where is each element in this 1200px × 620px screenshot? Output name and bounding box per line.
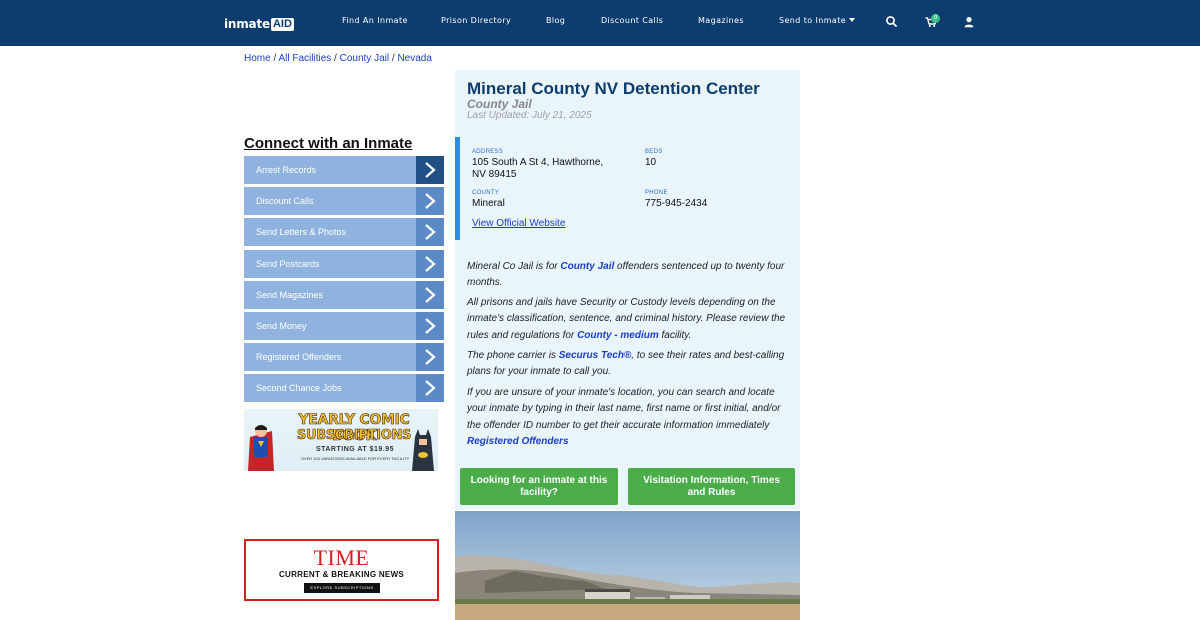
ad-price: STARTING AT $19.95 — [315, 446, 395, 453]
time-ad-subtitle: CURRENT & BREAKING NEWS — [278, 570, 405, 579]
time-logo: TIME — [313, 545, 370, 570]
sidebar-item-arrest-records[interactable]: Arrest Records — [244, 156, 444, 184]
logo-badge: AID — [270, 17, 294, 31]
breadcrumb-all-facilities[interactable]: All Facilities — [278, 53, 331, 64]
find-inmate-button[interactable]: Looking for an inmate at this facility? — [460, 468, 618, 505]
sidebar-item-label: Send Letters & Photos — [256, 227, 347, 238]
nav-blog[interactable]: Blog — [546, 16, 565, 25]
comic-subscription-ad[interactable]: YEARLY COMIC BOOK SUBSCRIPTIONS STARTING… — [244, 409, 438, 471]
description-text: facility. — [658, 329, 692, 341]
nav-prison-directory[interactable]: Prison Directory — [441, 16, 511, 25]
facility-title: Mineral County NV Detention Center — [467, 79, 760, 98]
sidebar-item-registered-offenders[interactable]: Registered Offenders — [244, 343, 444, 372]
chevron-right-icon — [416, 249, 444, 278]
beds-label: BEDS — [645, 149, 663, 155]
breadcrumb-county-jail[interactable]: County Jail — [340, 53, 389, 64]
breadcrumb: Home / All Facilities / County Jail / Ne… — [244, 53, 432, 64]
sidebar-item-send-letters-photos[interactable]: Send Letters & Photos — [244, 218, 444, 247]
address-line-2: NV 89415 — [472, 169, 517, 180]
facility-type: County Jail — [467, 97, 532, 111]
chevron-right-icon — [416, 218, 444, 247]
phone-value: 775-945-2434 — [645, 198, 708, 209]
sidebar-item-label: Registered Offenders — [256, 352, 342, 363]
nav-discount-calls[interactable]: Discount Calls — [601, 16, 663, 25]
county-label: COUNTY — [472, 190, 500, 196]
nav-find-an-inmate[interactable]: Find An Inmate — [342, 16, 408, 25]
description-text: The phone carrier is — [467, 350, 559, 361]
nav-send-to-inmate-label: Send to Inmate — [779, 16, 847, 25]
last-updated: Last Updated: July 21, 2025 — [467, 110, 592, 121]
nav-magazines[interactable]: Magazines — [698, 16, 744, 25]
user-icon[interactable] — [962, 15, 976, 29]
description-paragraph-3: The phone carrier is Securus Tech®, to s… — [467, 348, 789, 381]
address-label: ADDRESS — [472, 149, 504, 155]
sidebar-item-second-chance-jobs[interactable]: Second Chance Jobs — [244, 374, 444, 403]
county-value: Mineral — [472, 198, 505, 209]
sidebar-item-send-postcards[interactable]: Send Postcards — [244, 249, 444, 278]
site-logo[interactable]: inmate AID — [224, 16, 294, 32]
sidebar-item-send-money[interactable]: Send Money — [244, 311, 444, 340]
phone-carrier-link[interactable]: Securus Tech® — [559, 350, 632, 361]
address-line-1: 105 South A St 4, Hawthorne, — [472, 157, 604, 168]
chevron-right-icon — [416, 280, 444, 309]
sidebar-item-label: Send Money — [256, 320, 307, 331]
chevron-right-icon — [416, 311, 444, 340]
chevron-right-icon — [416, 374, 444, 403]
sidebar-item-send-magazines[interactable]: Send Magazines — [244, 280, 444, 309]
nav-send-to-inmate[interactable]: Send to Inmate — [779, 16, 856, 25]
top-navigation-bar: inmate AID Find An Inmate Prison Directo… — [0, 0, 1200, 46]
official-website-link[interactable]: View Official Website — [472, 218, 565, 229]
sidebar-item-label: Send Magazines — [256, 289, 324, 300]
registered-offenders-link[interactable]: Registered Offenders — [467, 436, 569, 447]
county-jail-link[interactable]: County Jail — [560, 261, 614, 272]
sidebar-item-label: Discount Calls — [256, 196, 314, 207]
description-paragraph-1: Mineral Co Jail is for County Jail offen… — [467, 259, 789, 292]
sidebar-title: Connect with an Inmate — [244, 135, 413, 152]
description-text: Mineral Co Jail is for — [467, 261, 561, 272]
superhero-illustration — [248, 425, 274, 471]
time-magazine-ad[interactable]: TIME CURRENT & BREAKING NEWS EXPLORE SUB… — [244, 539, 439, 601]
sidebar-item-label: Second Chance Jobs — [256, 383, 342, 394]
breadcrumb-nevada[interactable]: Nevada — [397, 53, 431, 64]
chevron-right-icon — [416, 343, 444, 372]
description-paragraph-2: All prisons and jails have Security or C… — [467, 295, 789, 344]
beds-value: 10 — [645, 157, 657, 168]
breadcrumb-home[interactable]: Home — [244, 53, 271, 64]
chevron-right-icon — [416, 187, 444, 216]
breadcrumb-separator: / — [331, 53, 340, 64]
ad-headline-2: SUBSCRIPTIONS — [296, 428, 412, 444]
sidebar-item-label: Arrest Records — [256, 165, 317, 175]
description-text: If you are unsure of your inmate's locat… — [467, 387, 781, 431]
chevron-down-icon — [849, 18, 856, 22]
description-paragraph-4: If you are unsure of your inmate's locat… — [467, 385, 789, 450]
sidebar-item-label: Send Postcards — [256, 258, 320, 269]
search-icon[interactable] — [885, 15, 899, 29]
facility-photo — [455, 511, 800, 620]
ad-fineprint: OVER 100 VARIATIONS AVAILABLE FOR EVERY … — [300, 456, 410, 461]
sidebar-menu: Arrest Records Discount Calls Send Lette… — [244, 156, 444, 406]
explore-subscriptions-button[interactable]: EXPLORE SUBSCRIPTIONS — [304, 583, 380, 593]
phone-label: PHONE — [645, 190, 668, 196]
logo-text: inmate — [224, 17, 270, 31]
chevron-right-icon — [416, 156, 444, 184]
cart-count-badge: 0 — [931, 14, 940, 23]
batman-illustration — [412, 429, 434, 471]
visitation-info-button[interactable]: Visitation Information, Times and Rules — [628, 468, 795, 505]
sidebar-item-discount-calls[interactable]: Discount Calls — [244, 187, 444, 216]
security-level-link[interactable]: County - medium — [577, 330, 659, 341]
